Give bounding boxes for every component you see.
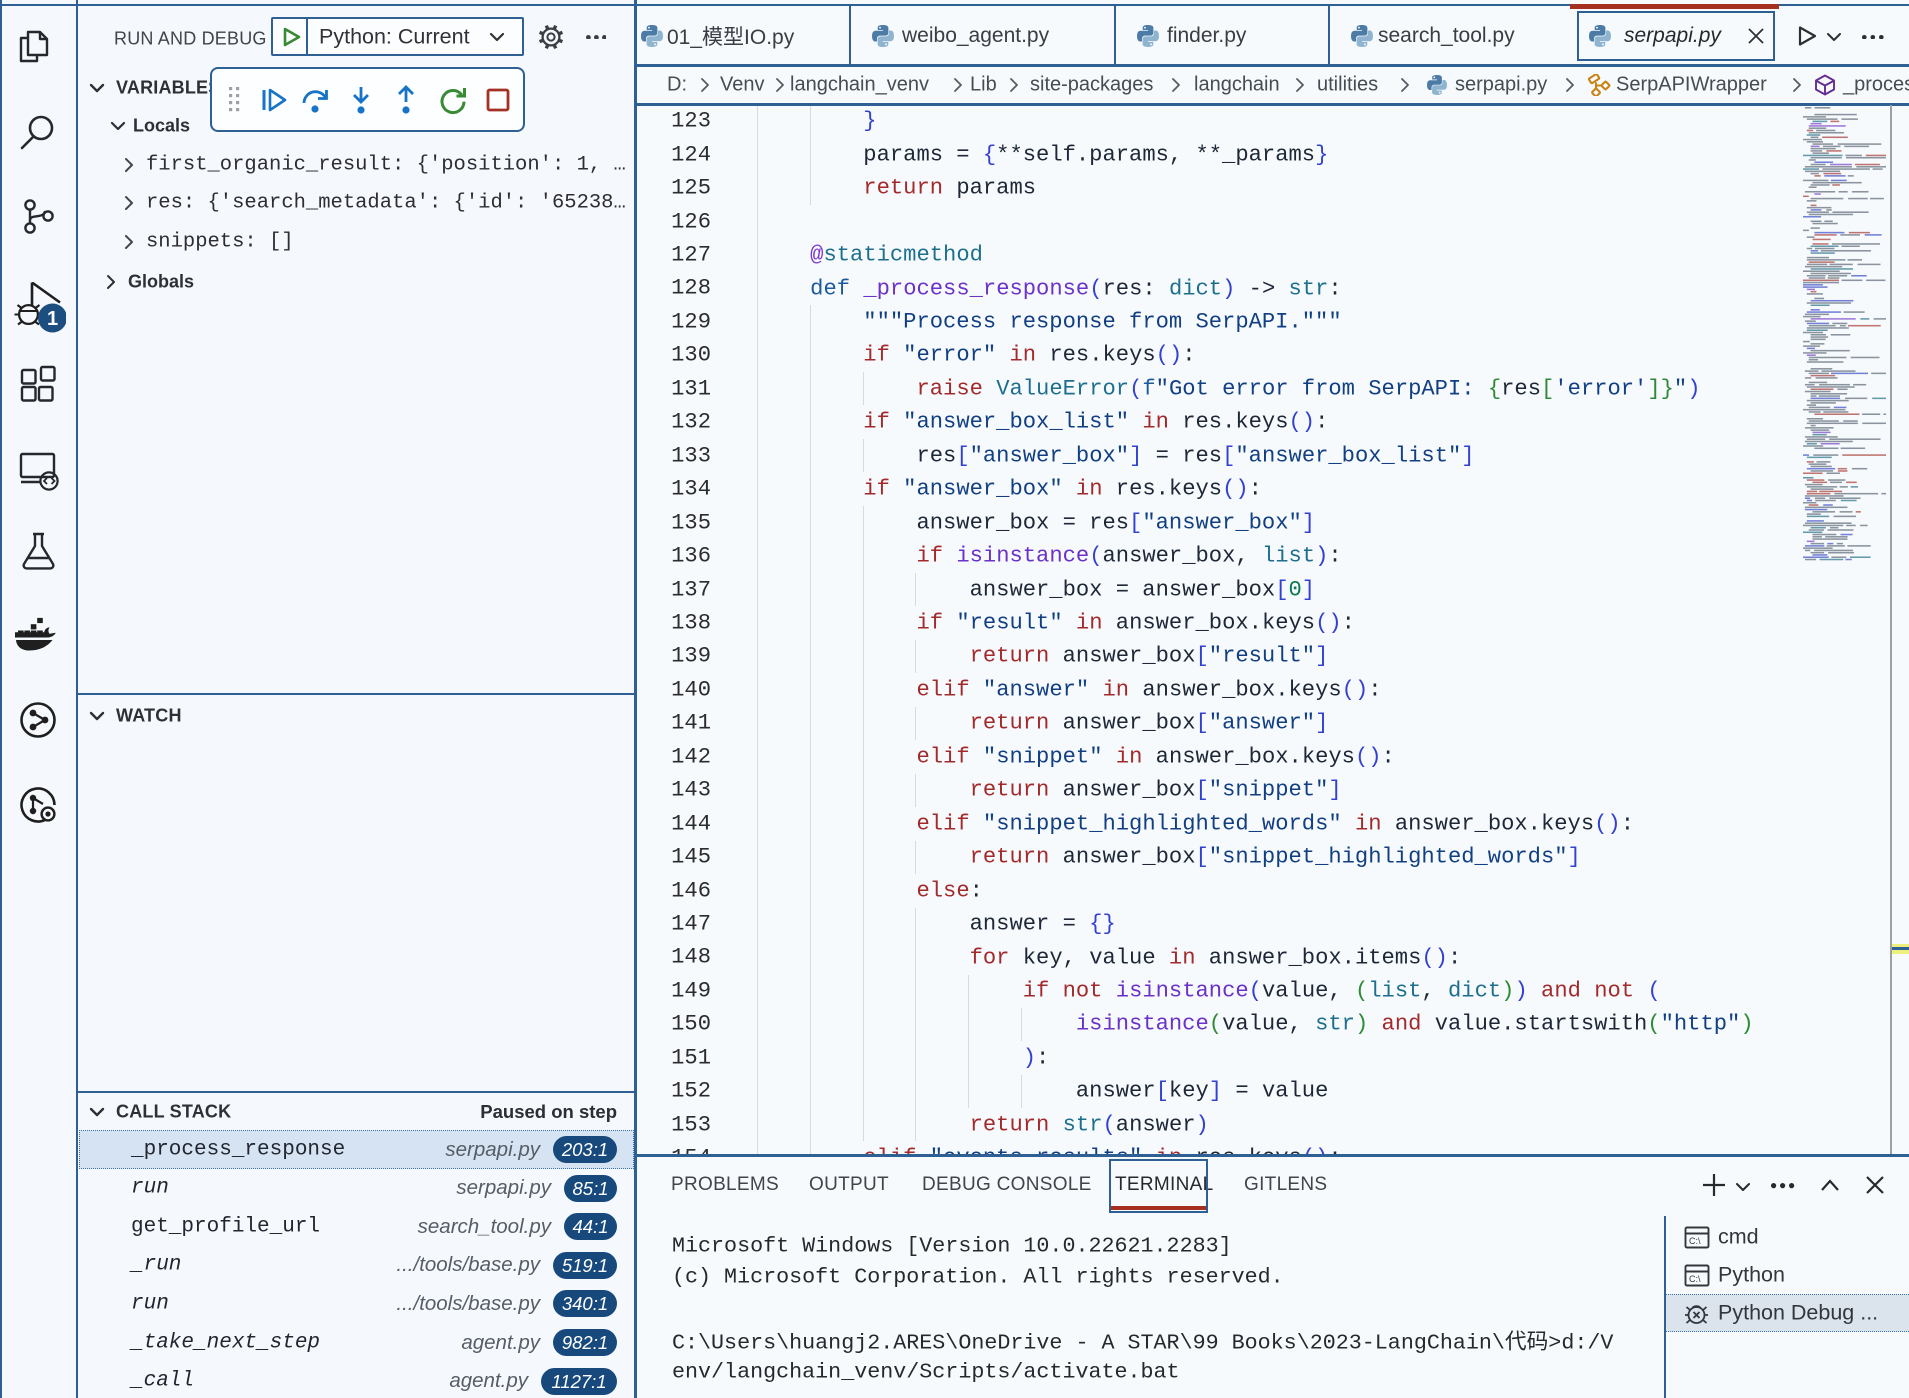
svg-text:C:\: C:\ xyxy=(1689,1236,1701,1246)
svg-text:C:\: C:\ xyxy=(1689,1274,1701,1284)
